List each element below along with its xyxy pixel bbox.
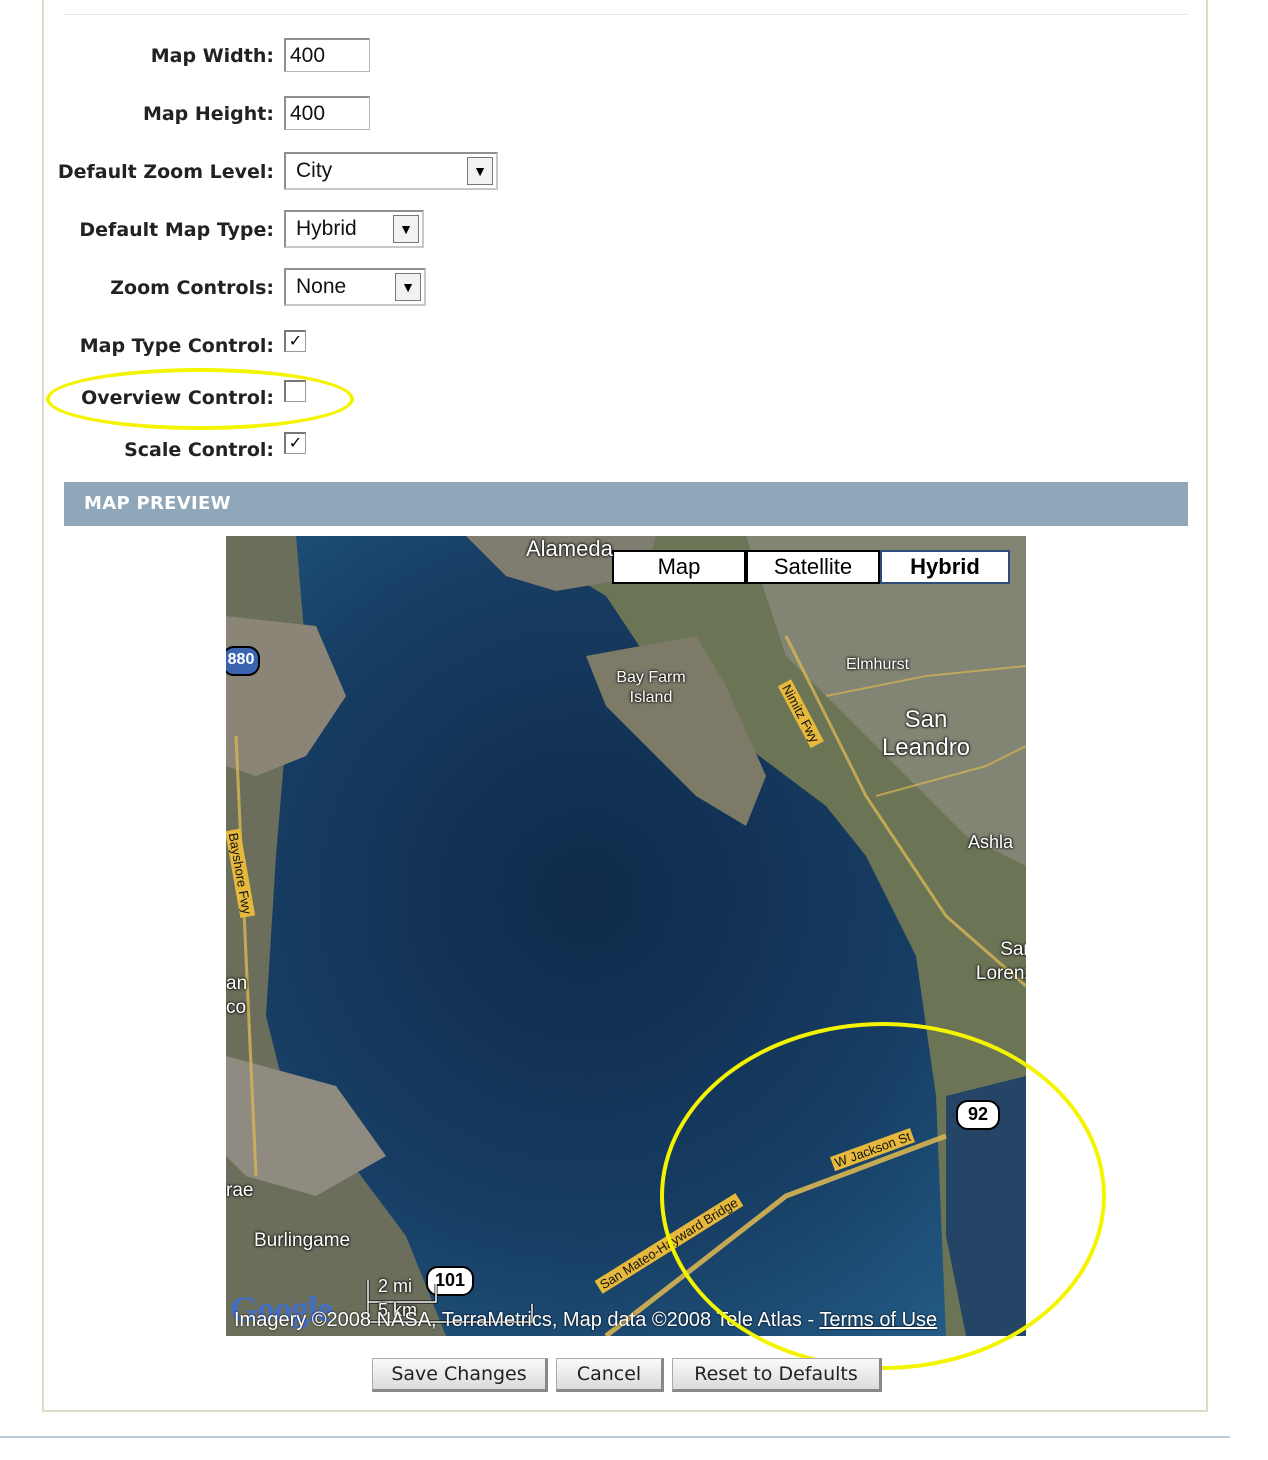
scale-control-row: Scale Control: ✓ xyxy=(0,432,1268,472)
zoom-controls-label: Zoom Controls: xyxy=(110,277,274,299)
map-width-input[interactable] xyxy=(284,38,370,72)
zoom-controls-select[interactable]: None ▼ xyxy=(284,268,426,306)
map-width-row: Map Width: xyxy=(0,38,1268,78)
scale-label-miles: 2 mi xyxy=(378,1276,413,1296)
default-zoom-row: Default Zoom Level: City ▼ xyxy=(0,152,1268,192)
default-zoom-label: Default Zoom Level: xyxy=(57,161,274,183)
place-alameda: Alameda xyxy=(526,536,613,561)
highlight-ellipse-overview xyxy=(46,368,354,430)
place-elmhurst: Elmhurst xyxy=(846,656,910,673)
interstate-880-shield: 880 xyxy=(226,646,260,676)
map-type-map-button[interactable]: Map xyxy=(612,550,746,584)
map-height-input[interactable] xyxy=(284,96,370,130)
highlight-ellipse-map xyxy=(660,1022,1106,1370)
place-san-lorenzo: San Lorenz xyxy=(975,939,1026,984)
chevron-down-icon: ▼ xyxy=(393,215,419,243)
map-type-control-label: Map Type Control: xyxy=(79,335,274,357)
map-preview-header: MAP PREVIEW xyxy=(64,482,1188,526)
map-width-label: Map Width: xyxy=(150,45,274,67)
map-type-control-row: Map Type Control: ✓ xyxy=(0,330,1268,370)
chevron-down-icon: ▼ xyxy=(395,273,421,301)
scale-control-label: Scale Control: xyxy=(124,439,274,461)
reset-to-defaults-button[interactable]: Reset to Defaults xyxy=(672,1358,882,1392)
place-burlingame: Burlingame xyxy=(254,1230,351,1251)
default-map-type-label: Default Map Type: xyxy=(79,219,274,241)
bottom-divider xyxy=(0,1436,1230,1438)
map-height-row: Map Height: xyxy=(0,96,1268,136)
default-zoom-select[interactable]: City ▼ xyxy=(284,152,498,190)
default-zoom-value: City xyxy=(296,159,333,182)
map-type-control-checkbox[interactable]: ✓ xyxy=(284,330,306,352)
save-changes-button[interactable]: Save Changes xyxy=(372,1358,548,1392)
place-san-francisco: an co xyxy=(226,973,248,1018)
cancel-button[interactable]: Cancel xyxy=(556,1358,664,1392)
map-type-satellite-button[interactable]: Satellite xyxy=(746,550,880,584)
default-map-type-value: Hybrid xyxy=(296,217,357,240)
chevron-down-icon: ▼ xyxy=(467,157,493,185)
zoom-controls-row: Zoom Controls: None ▼ xyxy=(0,268,1268,308)
place-bay-farm-island: Bay Farm Island xyxy=(616,669,686,706)
place-ashland: Ashla xyxy=(968,832,1014,852)
default-map-type-select[interactable]: Hybrid ▼ xyxy=(284,210,424,248)
scale-control-checkbox[interactable]: ✓ xyxy=(284,432,306,454)
top-divider xyxy=(64,14,1188,15)
place-san-leandro: San Leandro xyxy=(881,706,971,761)
zoom-controls-value: None xyxy=(296,275,347,298)
map-height-label: Map Height: xyxy=(142,103,274,125)
map-type-hybrid-button[interactable]: Hybrid xyxy=(880,550,1010,584)
default-map-type-row: Default Map Type: Hybrid ▼ xyxy=(0,210,1268,250)
place-millbrae: rae xyxy=(226,1180,254,1201)
